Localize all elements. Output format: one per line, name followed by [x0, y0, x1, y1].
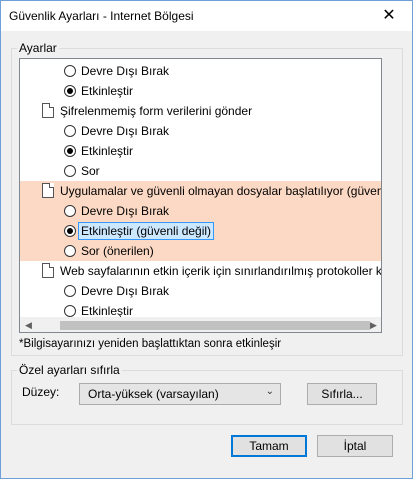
setting-option[interactable]: Devre Dışı Bırak: [20, 201, 381, 221]
setting-label: Devre Dışı Bırak: [81, 124, 170, 138]
setting-option[interactable]: Devre Dışı Bırak: [20, 121, 381, 141]
ok-button[interactable]: Tamam: [231, 435, 307, 457]
setting-label: Web sayfalarının etkin içerik için sınır…: [60, 264, 382, 278]
horizontal-scrollbar[interactable]: ◀ ▶: [20, 317, 381, 332]
radio-checked-icon[interactable]: [64, 225, 76, 237]
setting-option[interactable]: Devre Dışı Bırak: [20, 61, 381, 81]
reset-button[interactable]: Sıfırla...: [307, 383, 377, 405]
setting-option[interactable]: Etkinleştir (güvenli değil): [20, 221, 381, 241]
radio-unchecked-icon[interactable]: [64, 125, 76, 137]
level-dropdown[interactable]: Orta-yüksek (varsayılan) ⌄: [79, 383, 281, 405]
setting-option[interactable]: Devre Dışı Bırak: [20, 281, 381, 301]
setting-option[interactable]: Sor: [20, 161, 381, 181]
settings-group-legend: Ayarlar: [19, 41, 57, 55]
scroll-left-icon[interactable]: ◀: [20, 317, 37, 332]
horizontal-scroll-thumb[interactable]: [60, 321, 370, 330]
setting-label: Etkinleştir (güvenli değil): [78, 222, 215, 240]
chevron-down-icon: ⌄: [265, 386, 274, 397]
setting-option[interactable]: Etkinleştir: [20, 141, 381, 161]
setting-item[interactable]: Uygulamalar ve güvenli olmayan dosyalar …: [20, 181, 382, 201]
document-icon: [42, 183, 54, 198]
document-icon: [42, 263, 54, 278]
setting-label: Devre Dışı Bırak: [81, 64, 170, 78]
setting-label: Şifrelenmemiş form verilerini gönder: [60, 104, 253, 118]
setting-option[interactable]: Sor (önerilen): [20, 241, 381, 261]
setting-label: Uygulamalar ve güvenli olmayan dosyalar …: [60, 184, 382, 198]
setting-label: Etkinleştir: [81, 144, 134, 158]
window-title: Güvenlik Ayarları - Internet Bölgesi: [9, 9, 194, 23]
setting-label: Sor: [81, 164, 100, 178]
radio-unchecked-icon[interactable]: [64, 245, 76, 257]
custom-settings-legend: Özel ayarları sıfırla: [19, 363, 120, 377]
setting-label: Etkinleştir: [81, 84, 134, 98]
title-bar: Güvenlik Ayarları - Internet Bölgesi ✕: [1, 1, 412, 31]
setting-label: Sor (önerilen): [81, 244, 154, 258]
security-settings-dialog: Güvenlik Ayarları - Internet Bölgesi ✕ A…: [0, 0, 413, 479]
restart-note: *Bilgisayarınızı yeniden başlattıktan so…: [19, 338, 282, 350]
setting-label: Devre Dışı Bırak: [81, 284, 170, 298]
radio-unchecked-icon[interactable]: [64, 285, 76, 297]
radio-checked-icon[interactable]: [64, 145, 76, 157]
radio-unchecked-icon[interactable]: [64, 165, 76, 177]
level-dropdown-value: Orta-yüksek (varsayılan): [88, 387, 219, 401]
radio-unchecked-icon[interactable]: [64, 305, 76, 317]
scroll-right-icon[interactable]: ▶: [365, 317, 381, 332]
close-icon[interactable]: ✕: [366, 1, 412, 31]
setting-option[interactable]: Etkinleştir: [20, 81, 381, 101]
radio-unchecked-icon[interactable]: [64, 205, 76, 217]
setting-item[interactable]: Web sayfalarının etkin içerik için sınır…: [20, 261, 382, 281]
settings-tree[interactable]: Devre Dışı Bırak Etkinleştir Şifrelenmemiş…: [19, 58, 382, 333]
radio-checked-icon[interactable]: [64, 85, 76, 97]
radio-unchecked-icon[interactable]: [64, 65, 76, 77]
cancel-button[interactable]: İptal: [317, 435, 393, 457]
setting-label: Devre Dışı Bırak: [81, 204, 170, 218]
level-label: Düzey:: [22, 385, 60, 399]
document-icon: [42, 103, 54, 118]
setting-item[interactable]: Şifrelenmemiş form verilerini gönder: [20, 101, 381, 121]
